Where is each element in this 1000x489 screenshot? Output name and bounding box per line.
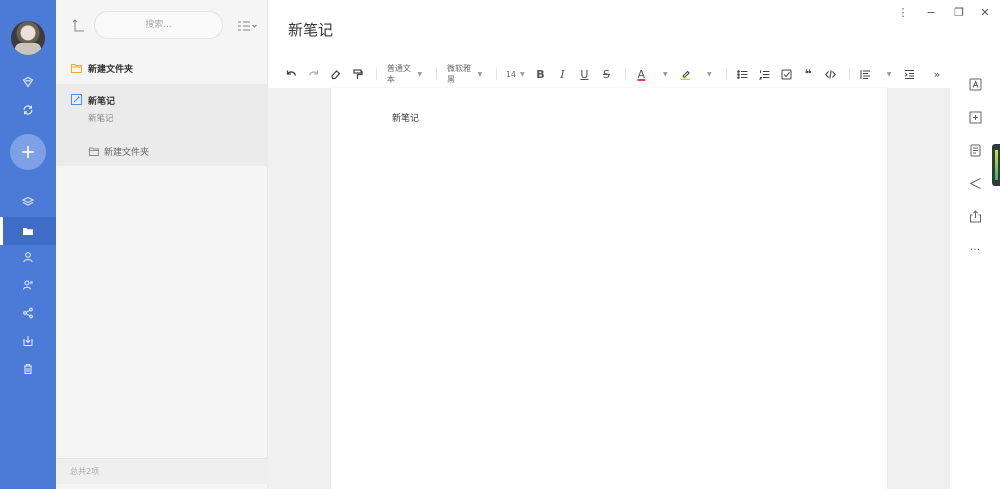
align-icon[interactable] <box>856 65 874 83</box>
search-input[interactable] <box>94 11 223 39</box>
font-family-value: 微软雅黑 <box>446 64 471 84</box>
font-size-select[interactable]: 14 ▼ <box>503 65 527 83</box>
indent-icon[interactable] <box>900 65 918 83</box>
paragraph-style-value: 普通文本 <box>386 64 411 84</box>
paragraph-style-select[interactable]: 普通文本 ▼ <box>383 64 426 84</box>
share-icon[interactable] <box>967 175 983 191</box>
highlight-dropdown[interactable]: ▼ <box>698 65 716 83</box>
code-icon[interactable] <box>821 65 839 83</box>
sub-folder-label: 新建文件夹 <box>104 147 150 158</box>
note-title: 新笔记 <box>88 97 116 107</box>
folder-item[interactable]: 新建文件夹 <box>56 58 268 78</box>
redo-icon[interactable] <box>304 65 322 83</box>
outline-icon[interactable] <box>967 142 983 158</box>
caret-down-icon: ▼ <box>886 70 892 78</box>
font-color-dropdown[interactable]: ▼ <box>654 65 672 83</box>
import-icon[interactable] <box>0 327 56 355</box>
minimize-button[interactable]: − <box>924 6 938 20</box>
format-painter-icon[interactable] <box>348 65 366 83</box>
sub-folder-icon <box>89 147 99 156</box>
restore-button[interactable]: ❐ <box>952 6 966 20</box>
file-list-panel: 新建文件夹 新笔记 新笔记 新建文件夹 总共2项 <box>56 0 268 489</box>
italic-button[interactable]: I <box>553 65 571 83</box>
caret-down-icon: ▼ <box>662 70 668 78</box>
list-view-toggle-icon[interactable] <box>237 18 257 32</box>
back-icon[interactable] <box>72 18 86 32</box>
sub-folder-item[interactable]: 新建文件夹 <box>56 140 268 162</box>
close-button[interactable]: ✕ <box>978 6 992 20</box>
group-icon[interactable] <box>0 271 56 299</box>
font-size-value: 14 <box>505 69 517 79</box>
app-window: 新建文件夹 新笔记 新笔记 新建文件夹 总共2项 新笔记 ⋮ − ❐ ✕ <box>0 0 1000 489</box>
undo-icon[interactable] <box>282 65 300 83</box>
avatar[interactable] <box>11 21 45 55</box>
toolbar-divider <box>625 68 627 80</box>
caret-down-icon: ▼ <box>477 70 483 78</box>
insert-icon[interactable] <box>967 109 983 125</box>
floating-widget-tab[interactable] <box>992 144 1000 186</box>
editor-area: 新笔记 ⋮ − ❐ ✕ 普通文本 ▼ 微软雅黑 ▼ 14 ▼ B I U S A… <box>268 0 1000 489</box>
panel-header <box>56 0 268 50</box>
format-toolbar: 普通文本 ▼ 微软雅黑 ▼ 14 ▼ B I U S A ▼ ▼ ❝ ▼ » <box>268 60 950 88</box>
document-content[interactable]: 新笔记 <box>392 111 419 124</box>
note-preview: 新笔记 <box>88 114 114 124</box>
underline-button[interactable]: U <box>575 65 593 83</box>
item-count: 总共2项 <box>56 458 268 484</box>
align-dropdown[interactable]: ▼ <box>878 65 896 83</box>
person-icon[interactable] <box>0 243 56 271</box>
toolbar-divider <box>496 68 498 80</box>
more-options-button[interactable]: ··· <box>967 241 983 257</box>
toolbar-divider <box>436 68 437 80</box>
more-tools-button[interactable]: » <box>928 65 946 83</box>
add-button[interactable] <box>10 134 46 170</box>
eraser-icon[interactable] <box>326 65 344 83</box>
document-page[interactable]: 新笔记 <box>331 88 887 489</box>
caret-down-icon: ▼ <box>706 70 712 78</box>
toolbar-divider <box>849 68 851 80</box>
bullet-list-icon[interactable] <box>733 65 751 83</box>
right-action-rail: ··· <box>950 60 1000 489</box>
export-icon[interactable] <box>967 208 983 224</box>
share-icon[interactable] <box>0 299 56 327</box>
font-family-select[interactable]: 微软雅黑 ▼ <box>443 64 486 84</box>
font-color-button[interactable]: A <box>632 65 650 83</box>
window-menu-button[interactable]: ⋮ <box>896 6 910 20</box>
sync-icon[interactable] <box>0 96 56 124</box>
checklist-icon[interactable] <box>777 65 795 83</box>
caret-down-icon: ▼ <box>417 70 423 78</box>
note-icon <box>71 94 82 105</box>
numbered-list-icon[interactable] <box>755 65 773 83</box>
quote-icon[interactable]: ❝ <box>799 65 817 83</box>
highlight-icon[interactable] <box>676 65 694 83</box>
strikethrough-button[interactable]: S <box>597 65 615 83</box>
toolbar-divider <box>726 68 728 80</box>
trash-icon[interactable] <box>0 355 56 383</box>
left-nav-sidebar <box>0 0 56 489</box>
folder-outline-icon <box>71 64 82 73</box>
folder-icon[interactable] <box>0 217 56 245</box>
note-item[interactable]: 新笔记 新笔记 <box>56 84 268 132</box>
note-title-heading[interactable]: 新笔记 <box>288 19 333 40</box>
folder-label: 新建文件夹 <box>88 64 134 75</box>
chat-icon[interactable] <box>0 68 56 96</box>
bold-button[interactable]: B <box>531 65 549 83</box>
caret-down-icon: ▼ <box>520 70 525 78</box>
toolbar-divider <box>376 68 377 80</box>
layers-icon[interactable] <box>0 188 56 216</box>
text-box-icon[interactable] <box>967 76 983 92</box>
